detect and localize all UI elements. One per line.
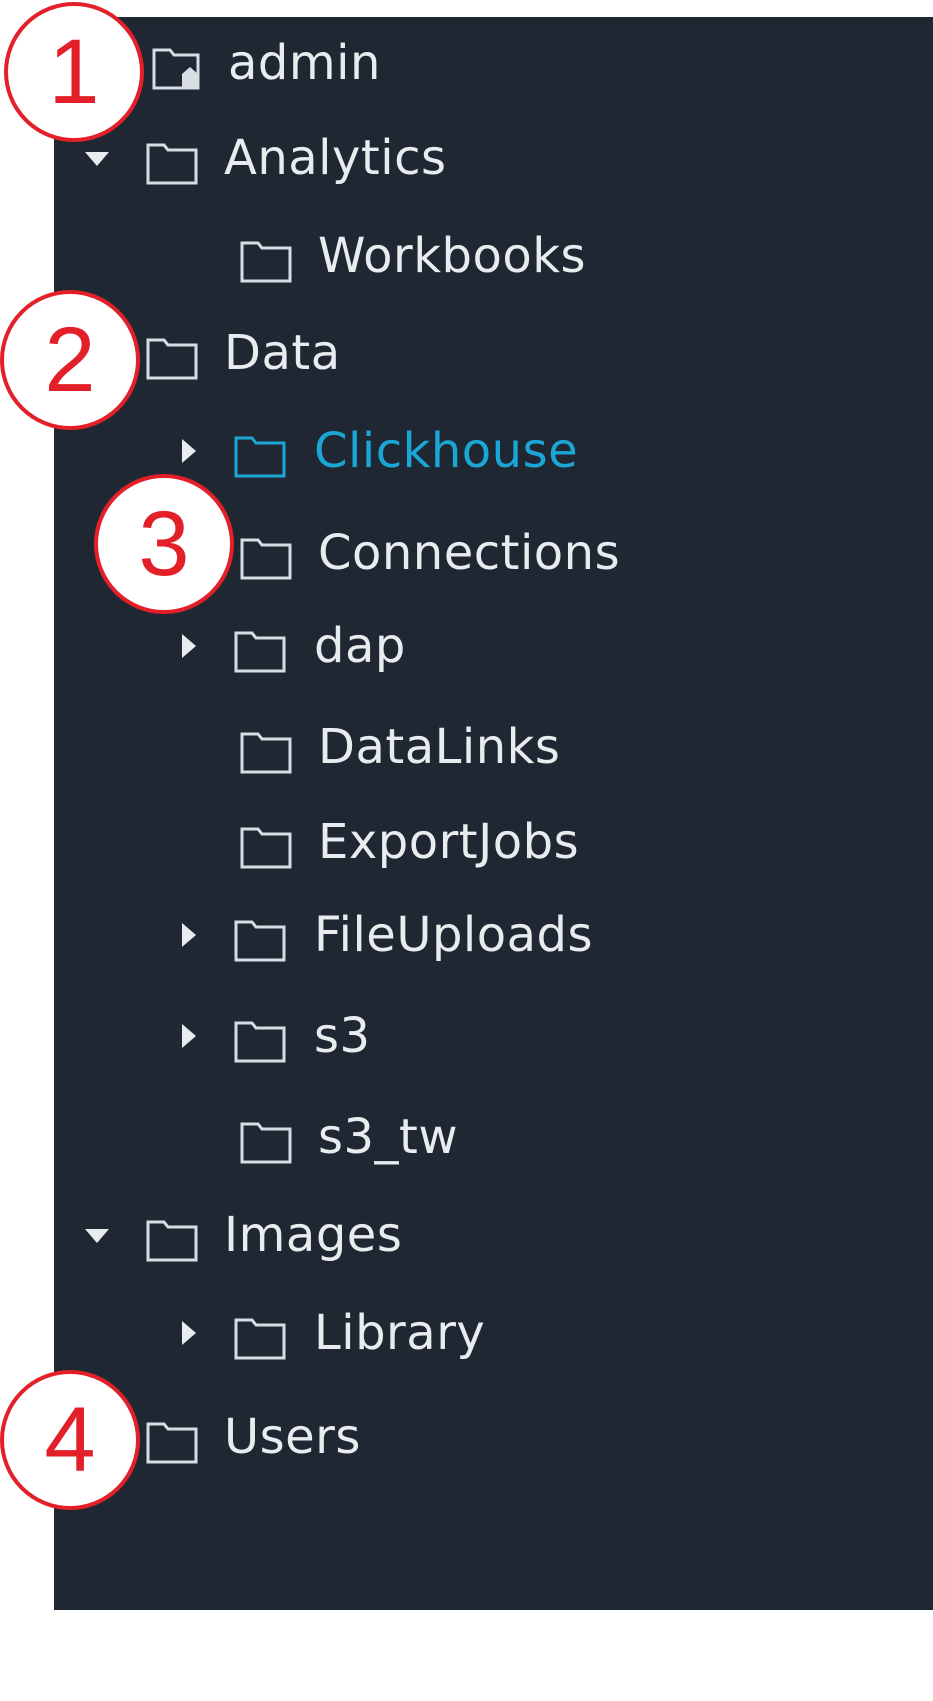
- tree-item-dap[interactable]: dap: [54, 600, 933, 690]
- folder-icon: [146, 1216, 200, 1262]
- folder-icon: [234, 432, 288, 478]
- tree-item-datalinks[interactable]: DataLinks: [54, 701, 933, 791]
- tree-item-s3-tw[interactable]: s3_tw: [54, 1091, 933, 1181]
- folder-icon: [240, 1118, 294, 1164]
- caret-right-icon[interactable]: [174, 631, 204, 661]
- caret-right-icon[interactable]: [174, 1021, 204, 1051]
- caret-right-icon[interactable]: [174, 436, 204, 466]
- folder-icon: [234, 1017, 288, 1063]
- home-folder-icon: [152, 44, 206, 90]
- tree-item-s3[interactable]: s3: [54, 990, 933, 1080]
- callout-number: 2: [44, 309, 96, 411]
- tree-item-label: admin: [228, 35, 381, 91]
- callout-number: 1: [48, 21, 100, 123]
- folder-icon: [234, 916, 288, 962]
- tree-item-label: Users: [224, 1409, 361, 1465]
- tree-item-label: s3: [314, 1008, 371, 1064]
- caret-right-icon[interactable]: [174, 920, 204, 950]
- folder-icon: [234, 1314, 288, 1360]
- callout-marker: 3: [94, 474, 234, 614]
- folder-icon: [146, 334, 200, 380]
- tree-item-label: s3_tw: [318, 1109, 459, 1165]
- tree-item-label: Workbooks: [318, 228, 587, 284]
- callout-marker: 4: [0, 1370, 140, 1510]
- folder-icon: [146, 139, 200, 185]
- tree-item-analytics[interactable]: Analytics: [54, 112, 933, 202]
- folder-icon: [240, 823, 294, 869]
- tree-item-label: Analytics: [224, 130, 447, 186]
- folder-icon: [240, 728, 294, 774]
- tree-item-library[interactable]: Library: [54, 1287, 933, 1377]
- tree-item-label: Connections: [318, 525, 621, 581]
- callout-marker: 1: [4, 2, 144, 142]
- tree-item-label: Library: [314, 1305, 486, 1361]
- tree-item-users[interactable]: Users: [54, 1391, 933, 1481]
- tree-item-admin[interactable]: admin: [54, 17, 933, 107]
- tree-item-label: Clickhouse: [314, 423, 579, 479]
- tree-item-label: dap: [314, 618, 406, 674]
- tree-item-data[interactable]: Data: [54, 307, 933, 397]
- caret-down-icon[interactable]: [82, 143, 112, 173]
- caret-right-icon[interactable]: [174, 1318, 204, 1348]
- folder-icon: [240, 534, 294, 580]
- tree-item-label: ExportJobs: [318, 814, 580, 870]
- folder-icon: [146, 1418, 200, 1464]
- caret-down-icon[interactable]: [82, 1220, 112, 1250]
- tree-item-images[interactable]: Images: [54, 1189, 933, 1279]
- tree-item-exportjobs[interactable]: ExportJobs: [54, 796, 933, 886]
- tree-item-workbooks[interactable]: Workbooks: [54, 210, 933, 300]
- callout-number: 3: [138, 493, 190, 595]
- folder-icon: [240, 237, 294, 283]
- tree-item-label: FileUploads: [314, 907, 594, 963]
- tree-item-label: DataLinks: [318, 719, 561, 775]
- callout-number: 4: [44, 1389, 96, 1491]
- callout-marker: 2: [0, 290, 140, 430]
- folder-tree-panel: admin Analytics Workbooks Data Clickhous…: [54, 17, 933, 1610]
- folder-icon: [234, 627, 288, 673]
- tree-item-label: Images: [224, 1207, 403, 1263]
- tree-item-label: Data: [224, 325, 341, 381]
- tree-item-fileuploads[interactable]: FileUploads: [54, 889, 933, 979]
